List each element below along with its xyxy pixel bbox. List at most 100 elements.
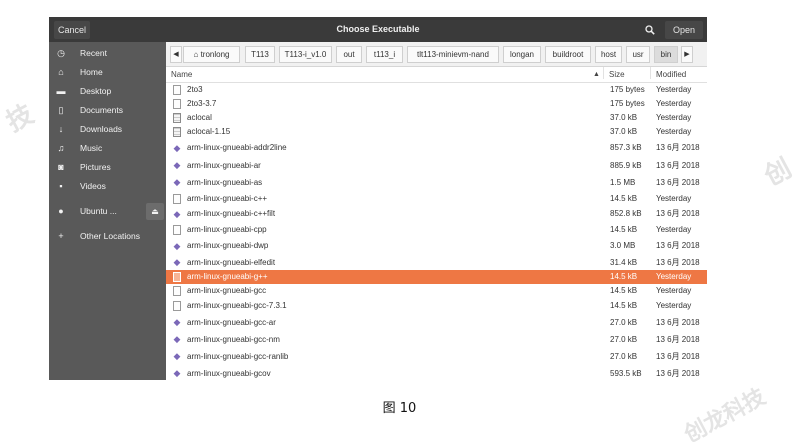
sidebar-item-downloads[interactable]: ↓ Downloads	[49, 120, 166, 139]
file-icon	[172, 222, 182, 237]
path-crumb-current[interactable]: bin	[654, 46, 678, 63]
sidebar-item-ubuntu[interactable]: ● Ubuntu ... ⏏	[49, 202, 166, 221]
file-icon-glyph	[173, 98, 181, 109]
file-row[interactable]: arm-linux-gnueabi-c++ 14.5 kB Yesterday	[166, 191, 707, 206]
executable-icon-glyph: ◆	[173, 160, 181, 171]
name-column-header[interactable]: Name	[171, 67, 192, 83]
executable-icon: ◆	[172, 237, 182, 255]
size-column-header[interactable]: Size	[609, 67, 625, 83]
file-name: arm-linux-gnueabi-gcc	[187, 286, 267, 295]
file-row[interactable]: ◆ arm-linux-gnueabi-addr2line 857.3 kB 13 6…	[166, 139, 707, 157]
sidebar-item-label: Ubuntu ...	[80, 206, 117, 216]
file-row[interactable]: arm-linux-gnueabi-cpp 14.5 kB Yesterday	[166, 222, 707, 237]
executable-icon-glyph: ◆	[173, 143, 181, 153]
file-size: 852.8 kB	[610, 209, 642, 218]
search-button[interactable]	[640, 21, 660, 39]
eject-button[interactable]: ⏏	[146, 203, 164, 220]
file-row[interactable]: ◆ arm-linux-gnueabi-elfedit 31.4 kB 13 6月 2…	[166, 255, 707, 270]
file-row[interactable]: aclocal 37.0 kB Yesterday	[166, 111, 707, 125]
path-crumb-label: tronlong	[200, 50, 230, 59]
file-row[interactable]: arm-linux-gnueabi-g++ 14.5 kB Yesterday	[166, 270, 707, 284]
open-button[interactable]: Open	[665, 21, 703, 39]
file-row[interactable]: aclocal-1.15 37.0 kB Yesterday	[166, 125, 707, 139]
path-crumb[interactable]: t113_i	[366, 46, 403, 63]
path-crumb[interactable]: out	[336, 46, 362, 63]
path-crumb-home[interactable]: ⌂ tronlong	[183, 46, 240, 63]
file-row[interactable]: ◆ arm-linux-gnueabi-as 1.5 MB 13 6月 2018	[166, 174, 707, 191]
file-chooser-dialog: Cancel Choose Executable Open ◷ Recent ⌂…	[49, 17, 707, 380]
file-list-pane: ◀ ⌂ tronlong T113 T113-i_v1.0 out t113_i…	[166, 42, 707, 380]
sidebar-item-music[interactable]: ♫ Music	[49, 139, 166, 158]
file-name: arm-linux-gnueabi-gcov	[187, 369, 271, 378]
executable-icon-glyph: ◆	[173, 241, 181, 251]
file-modified: Yesterday	[656, 286, 692, 295]
chevron-right-icon: ▶	[684, 51, 690, 58]
path-crumb[interactable]: usr	[626, 46, 650, 63]
path-crumb[interactable]: T113-i_v1.0	[279, 46, 332, 63]
file-row[interactable]: ◆ arm-linux-gnueabi-gcov 593.5 kB 13 6月 201…	[166, 365, 707, 380]
executable-icon: ◆	[172, 331, 182, 348]
file-icon	[172, 298, 182, 314]
sidebar-item-home[interactable]: ⌂ Home	[49, 63, 166, 82]
file-size: 3.0 MB	[610, 241, 636, 250]
file-row[interactable]: ◆ arm-linux-gnueabi-gcc-ranlib 27.0 kB 13 6…	[166, 348, 707, 365]
path-scroll-right-button[interactable]: ▶	[681, 46, 693, 63]
path-crumb[interactable]: buildroot	[545, 46, 591, 63]
file-modified: 13 6月 2018	[656, 143, 700, 152]
sidebar-item-desktop[interactable]: ▬ Desktop	[49, 82, 166, 101]
path-crumb[interactable]: tlt113-minievm-nand	[407, 46, 499, 63]
file-size: 27.0 kB	[610, 318, 638, 327]
figure-caption: 图 10	[382, 401, 417, 416]
file-name: arm-linux-gnueabi-gcc-ar	[187, 318, 276, 327]
file-modified: Yesterday	[656, 194, 692, 203]
executable-icon: ◆	[172, 314, 182, 331]
file-name: 2to3	[187, 85, 203, 94]
watermark-left: 技	[1, 99, 39, 139]
modified-column-header[interactable]: Modified	[656, 67, 686, 83]
path-crumb[interactable]: host	[595, 46, 622, 63]
file-size: 31.4 kB	[610, 258, 638, 267]
sidebar-item-other-locations[interactable]: + Other Locations	[49, 227, 166, 246]
file-row[interactable]: 2to3 175 bytes Yesterday	[166, 83, 707, 97]
file-icon	[172, 284, 182, 298]
file-icon-glyph	[173, 300, 181, 311]
column-separator	[650, 67, 651, 79]
file-name: arm-linux-gnueabi-g++	[187, 272, 268, 281]
file-row[interactable]: arm-linux-gnueabi-gcc 14.5 kB Yesterday	[166, 284, 707, 298]
file-modified: Yesterday	[656, 301, 692, 310]
file-modified: Yesterday	[656, 113, 692, 122]
file-size: 14.5 kB	[610, 194, 638, 203]
file-row[interactable]: ◆ arm-linux-gnueabi-c++filt 852.8 kB 13 6月 …	[166, 206, 707, 222]
file-name: arm-linux-gnueabi-c++filt	[187, 209, 276, 218]
file-row[interactable]: ◆ arm-linux-gnueabi-gcc-nm 27.0 kB 13 6月 20…	[166, 331, 707, 348]
sidebar-item-label: Pictures	[80, 162, 111, 172]
file-name: aclocal	[187, 113, 212, 122]
dialog-title: Choose Executable	[336, 24, 420, 34]
sidebar-item-documents[interactable]: ▯ Documents	[49, 101, 166, 120]
path-crumb[interactable]: longan	[503, 46, 541, 63]
file-size: 14.5 kB	[610, 301, 638, 310]
path-crumb[interactable]: T113	[245, 46, 275, 63]
file-icon	[172, 270, 182, 284]
sidebar-item-recent[interactable]: ◷ Recent	[49, 44, 166, 63]
file-row[interactable]: ◆ arm-linux-gnueabi-dwp 3.0 MB 13 6月 2018	[166, 237, 707, 255]
sidebar-item-videos[interactable]: ▪ Videos	[49, 177, 166, 196]
file-row[interactable]: arm-linux-gnueabi-gcc-7.3.1 14.5 kB Yester…	[166, 298, 707, 314]
file-row[interactable]: ◆ arm-linux-gnueabi-gcc-ar 27.0 kB 13 6月 20…	[166, 314, 707, 331]
watermark-right: 创	[759, 153, 797, 193]
file-icon	[172, 97, 182, 111]
file-row[interactable]: ◆ arm-linux-gnueabi-ar 885.9 kB 13 6月 2018	[166, 157, 707, 174]
file-modified: 13 6月 2018	[656, 369, 700, 378]
executable-icon-glyph: ◆	[173, 368, 181, 379]
executable-icon-glyph: ◆	[173, 209, 181, 219]
sidebar-item-pictures[interactable]: ◙ Pictures	[49, 158, 166, 177]
file-size: 1.5 MB	[610, 178, 636, 187]
file-modified: Yesterday	[656, 85, 692, 94]
file-row[interactable]: 2to3-3.7 175 bytes Yesterday	[166, 97, 707, 111]
file-size: 27.0 kB	[610, 335, 638, 344]
file-name: arm-linux-gnueabi-c++	[187, 194, 268, 203]
path-scroll-left-button[interactable]: ◀	[170, 46, 182, 63]
file-name: arm-linux-gnueabi-elfedit	[187, 258, 276, 267]
file-modified: 13 6月 2018	[656, 258, 700, 267]
file-name: arm-linux-gnueabi-ar	[187, 161, 261, 170]
